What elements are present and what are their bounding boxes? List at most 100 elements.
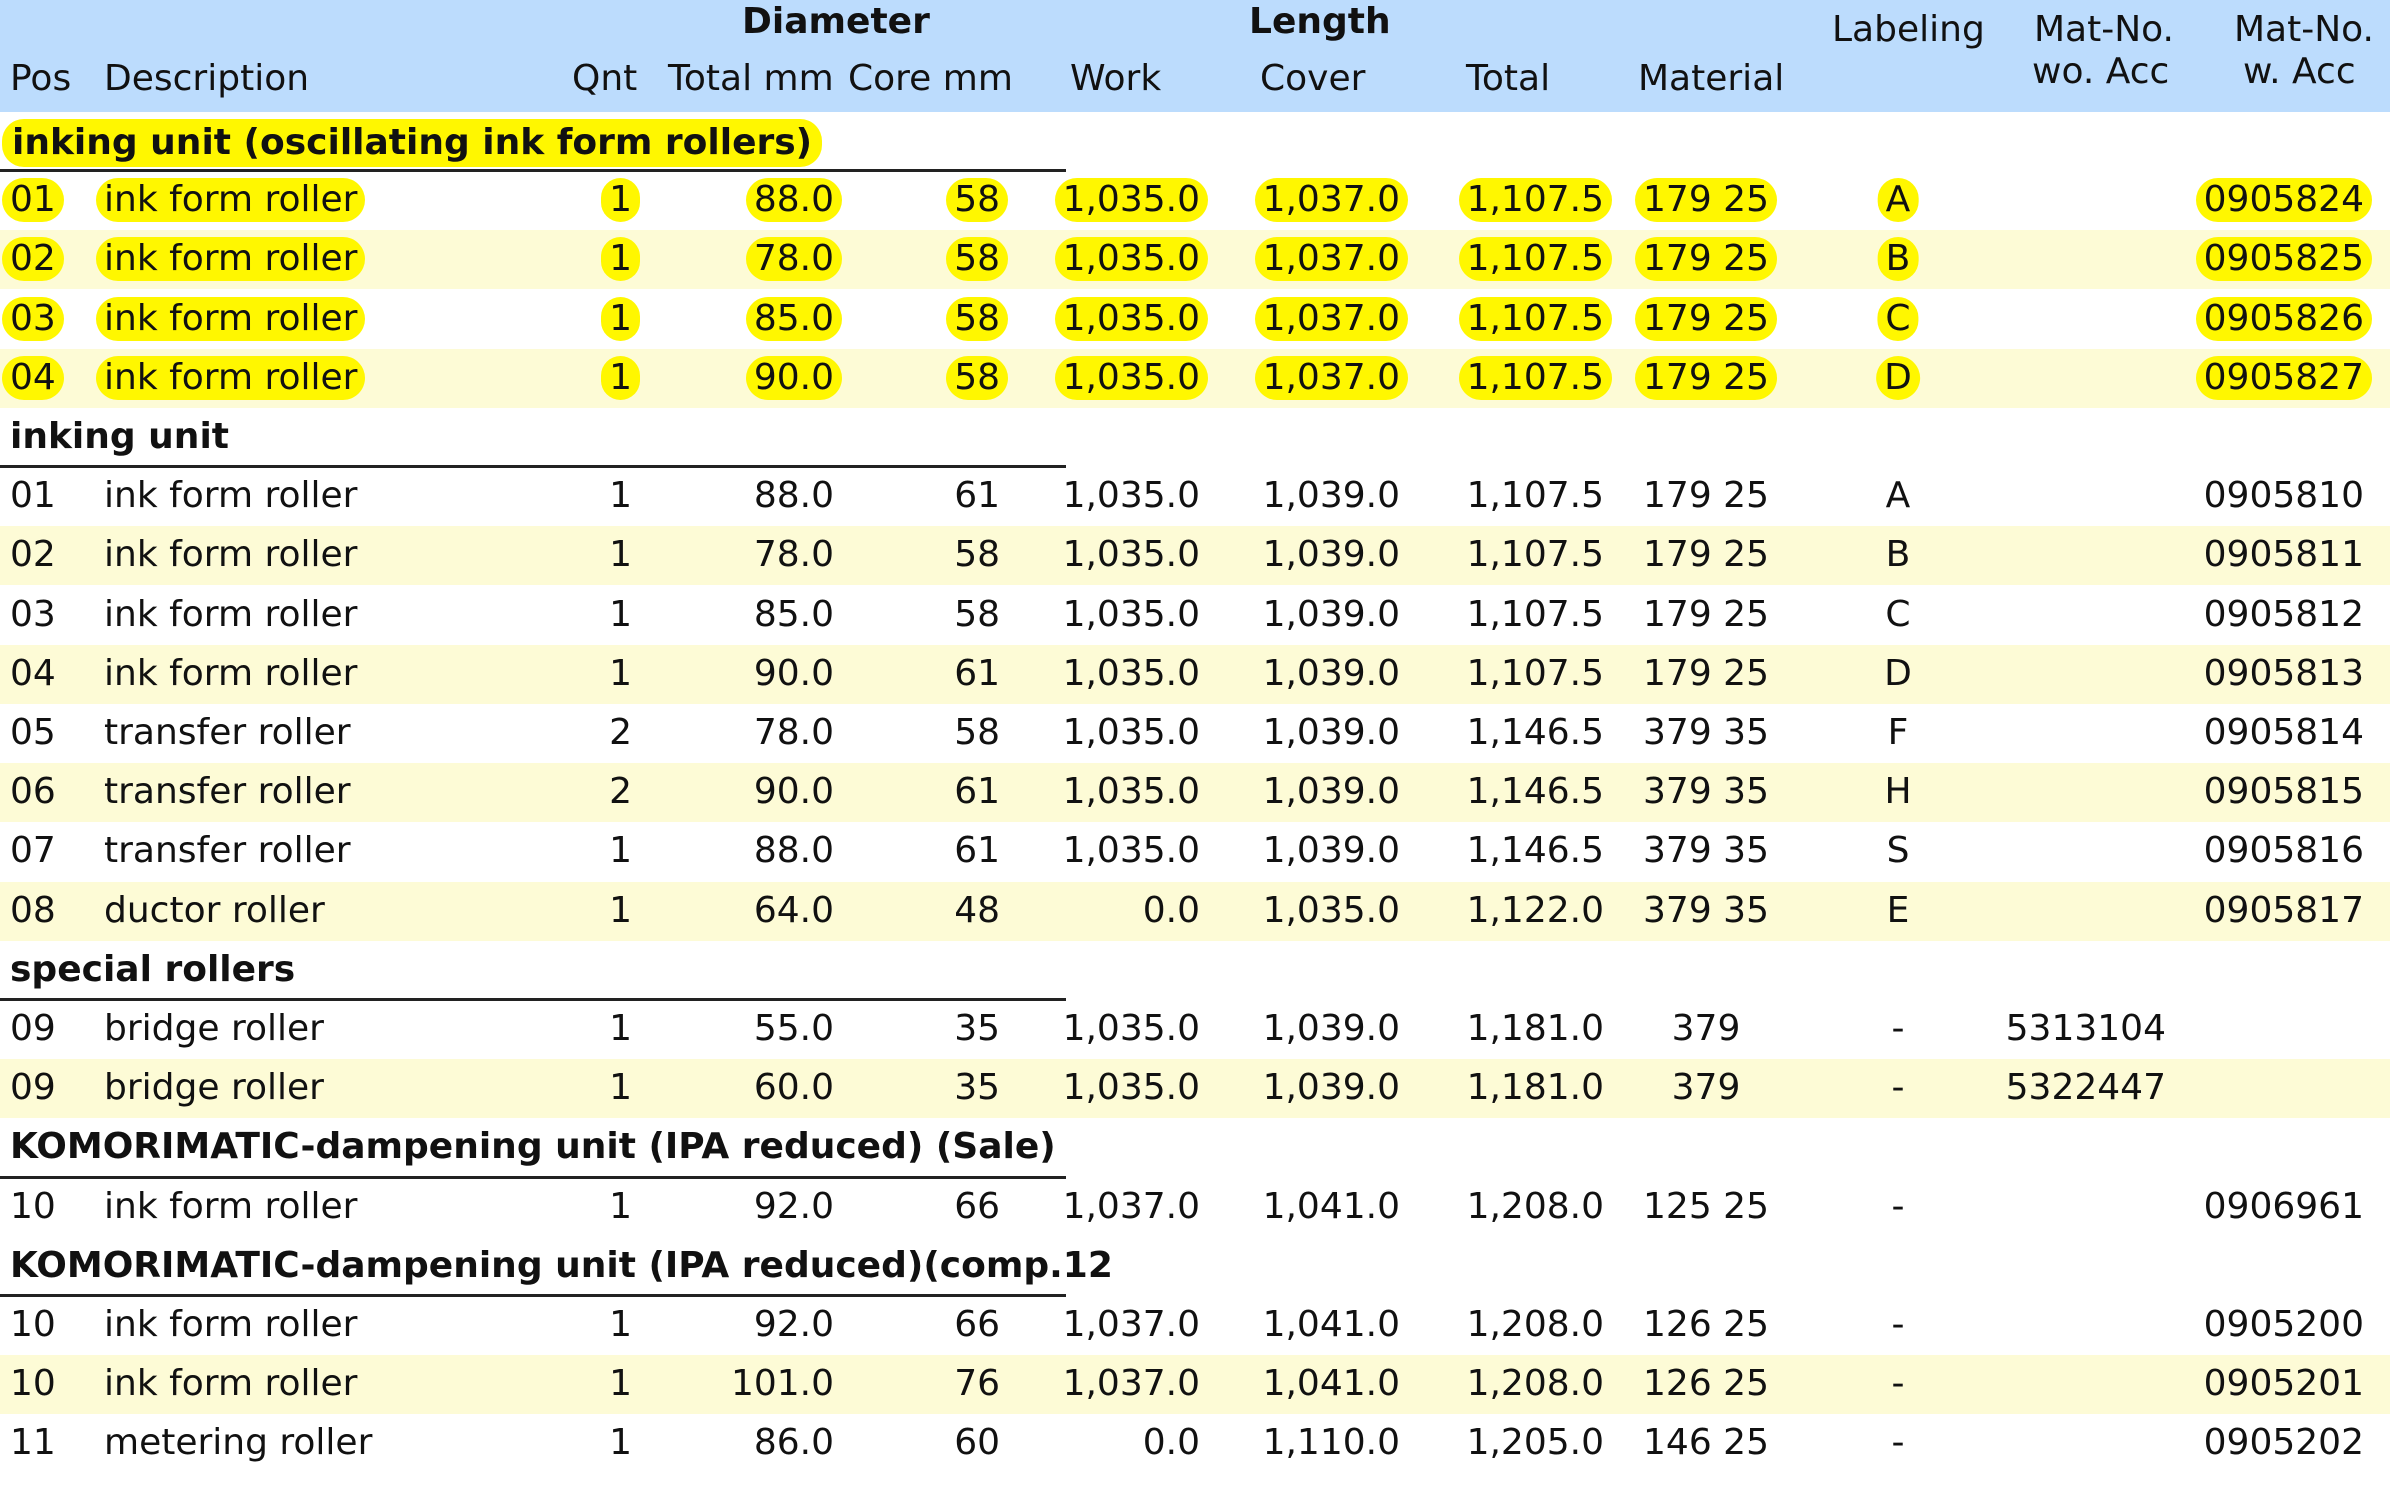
cell-pos: 04 — [2, 355, 64, 400]
cell-core-mm: 58 — [946, 296, 1008, 341]
cell-material: 379 — [1671, 1008, 1741, 1049]
cell-cover: 1,037.0 — [1254, 355, 1408, 400]
header-work: Work — [1070, 58, 1162, 99]
cell-pos: 01 — [10, 475, 56, 517]
section-divider — [0, 998, 1066, 1001]
cell-core-mm: 35 — [954, 1008, 1000, 1049]
cell-core-mm: 58 — [946, 178, 1008, 223]
cell-description: ink form roller — [104, 1304, 358, 1345]
cell-mat-w: 0905813 — [2203, 652, 2364, 694]
cell-description: transfer roller — [104, 771, 351, 813]
cell-pos: 04 — [10, 652, 56, 694]
cell-material: 379 — [1671, 1067, 1741, 1109]
cell-work: 1,035.0 — [1054, 237, 1208, 282]
cell-work: 1,035.0 — [1062, 534, 1200, 576]
cell-core-mm: 58 — [954, 593, 1000, 635]
cell-pos: 06 — [10, 771, 56, 813]
cell-total: 1,107.5 — [1458, 296, 1612, 341]
header-mat-w-line1: Mat-No. — [2234, 9, 2374, 50]
header-total: Total — [1466, 58, 1551, 99]
cell-total-mm: 92.0 — [753, 1304, 834, 1345]
cell-total-mm: 78.0 — [745, 237, 842, 282]
cell-work: 1,035.0 — [1054, 296, 1208, 341]
cell-work: 1,037.0 — [1062, 1185, 1200, 1227]
cell-material: 179 25 — [1643, 475, 1769, 517]
cell-mat-w: 0905200 — [2203, 1304, 2364, 1345]
cell-material: 179 25 — [1635, 237, 1777, 282]
cell-total-mm: 90.0 — [753, 652, 834, 694]
header-pos: Pos — [10, 58, 72, 99]
section-title: inking unit — [10, 416, 229, 457]
cell-pos: 08 — [10, 889, 56, 931]
cell-pos: 03 — [10, 593, 56, 635]
cell-pos: 10 — [10, 1363, 56, 1405]
cell-total: 1,146.5 — [1466, 830, 1604, 872]
cell-total-mm: 78.0 — [753, 534, 834, 576]
cell-core-mm: 58 — [954, 534, 1000, 576]
header-labeling: Labeling — [1832, 9, 1985, 50]
header-mat-wo-line2: wo. Acc — [2032, 51, 2170, 92]
cell-labeling: D — [1884, 652, 1912, 694]
cell-mat-w: 0905810 — [2203, 475, 2364, 517]
cell-total-mm: 85.0 — [753, 593, 834, 635]
cell-pos: 03 — [2, 296, 64, 341]
cell-mat-w: 0905826 — [2195, 296, 2372, 341]
cell-total: 1,208.0 — [1466, 1363, 1604, 1405]
cell-core-mm: 61 — [954, 652, 1000, 694]
cell-total-mm: 92.0 — [753, 1185, 834, 1227]
cell-labeling: - — [1891, 1422, 1905, 1464]
cell-core-mm: 58 — [954, 712, 1000, 753]
cell-description: ductor roller — [104, 889, 325, 931]
cell-labeling: - — [1891, 1363, 1905, 1405]
cell-description: bridge roller — [104, 1008, 324, 1049]
cell-work: 1,035.0 — [1062, 652, 1200, 694]
cell-qnt: 1 — [601, 296, 640, 341]
cell-qnt: 1 — [609, 830, 632, 872]
cell-core-mm: 48 — [954, 889, 1000, 931]
cell-cover: 1,041.0 — [1262, 1304, 1400, 1345]
cell-core-mm: 35 — [954, 1067, 1000, 1109]
cell-total-mm: 90.0 — [745, 355, 842, 400]
header-material: Material — [1638, 58, 1785, 99]
cell-description: ink form roller — [104, 652, 358, 694]
cell-cover: 1,037.0 — [1254, 296, 1408, 341]
cell-total-mm: 88.0 — [745, 178, 842, 223]
roller-table: Diameter Length Labeling Mat-No. wo. Acc… — [0, 0, 2390, 1488]
table-header: Diameter Length Labeling Mat-No. wo. Acc… — [0, 0, 2390, 112]
cell-qnt: 2 — [609, 712, 632, 753]
section-title: KOMORIMATIC-dampening unit (IPA reduced)… — [10, 1244, 1113, 1286]
cell-total: 1,181.0 — [1466, 1008, 1604, 1049]
cell-work: 0.0 — [1142, 889, 1200, 931]
cell-material: 179 25 — [1635, 296, 1777, 341]
cell-qnt: 1 — [609, 475, 632, 517]
cell-labeling: F — [1887, 712, 1909, 753]
cell-qnt: 1 — [609, 1008, 632, 1049]
cell-qnt: 1 — [601, 237, 640, 282]
cell-total-mm: 60.0 — [753, 1067, 834, 1109]
cell-material: 379 35 — [1643, 771, 1769, 813]
cell-pos: 05 — [10, 712, 56, 753]
cell-total: 1,205.0 — [1466, 1422, 1604, 1464]
header-description: Description — [104, 58, 310, 99]
cell-total-mm: 86.0 — [753, 1422, 834, 1464]
cell-core-mm: 60 — [954, 1422, 1000, 1464]
cell-labeling: D — [1876, 355, 1920, 400]
cell-work: 1,035.0 — [1054, 355, 1208, 400]
cell-qnt: 1 — [609, 1185, 632, 1227]
cell-core-mm: 66 — [954, 1185, 1000, 1227]
cell-mat-w: 0906961 — [2203, 1185, 2364, 1227]
cell-core-mm: 58 — [946, 237, 1008, 282]
cell-total: 1,107.5 — [1458, 237, 1612, 282]
cell-labeling: C — [1877, 296, 1919, 341]
cell-labeling: A — [1885, 475, 1911, 517]
cell-labeling: - — [1891, 1185, 1905, 1227]
cell-total: 1,208.0 — [1466, 1304, 1604, 1345]
header-core-mm: Core mm — [848, 58, 1013, 99]
cell-cover: 1,039.0 — [1262, 534, 1400, 576]
cell-cover: 1,039.0 — [1262, 1067, 1400, 1109]
section-divider — [0, 1294, 1066, 1297]
cell-mat-w: 0905812 — [2203, 593, 2364, 635]
cell-total-mm: 88.0 — [753, 830, 834, 872]
cell-qnt: 1 — [609, 1422, 632, 1464]
cell-pos: 09 — [10, 1067, 56, 1109]
